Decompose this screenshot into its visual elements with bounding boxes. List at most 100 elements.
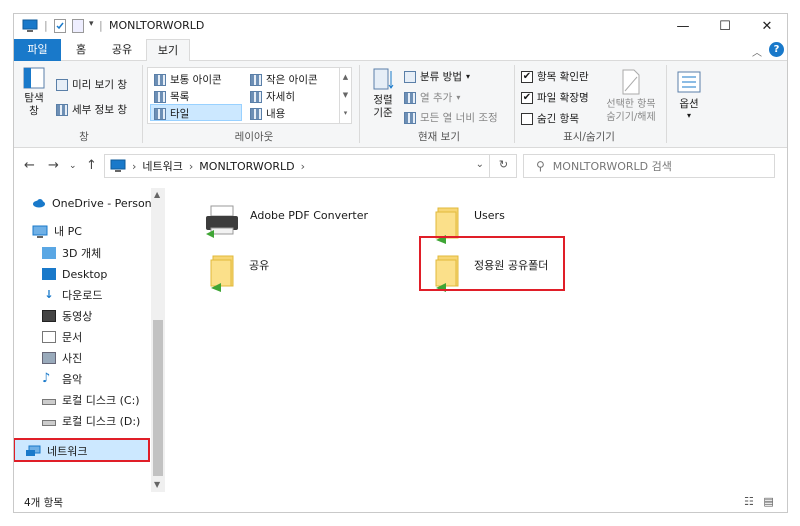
item-checkboxes-label: 항목 확인란 [537,71,589,83]
file-ext-checkbox[interactable]: ✔ [521,91,533,104]
up-arrow-icon[interactable]: ↑ [86,158,97,173]
breadcrumb-chevron-icon[interactable]: › [132,160,136,173]
video-icon [42,310,56,322]
nav-item-downloads[interactable]: ↓ 다운로드 [42,285,102,305]
fit-columns-label: 모든 열 너비 조정 [420,112,498,124]
nav-item-network[interactable]: 네트워크 [14,438,150,462]
search-placeholder[interactable]: MONLTORWORLD 검색 [553,158,672,174]
large-icons-view-icon[interactable]: ▤ [763,495,773,508]
details-pane-label: 세부 정보 창 [72,104,127,116]
desktop-icon [42,268,56,280]
file-ext-label: 파일 확장명 [537,92,589,104]
fit-columns-icon [404,111,416,124]
hide-selected-icon [622,69,640,95]
layout-tiles[interactable]: 타일 [154,106,189,121]
tile-label-adobe-pdf-converter: Adobe PDF Converter [250,209,369,222]
address-bar[interactable]: › 네트워크 › MONLTORWORLD › ⌄ [104,154,517,178]
nav-item-this-pc[interactable]: 내 PC [32,221,82,241]
layout-gallery: 보통 아이콘 작은 아이콘 목록 자세히 타일 내용 ▲ ▼ ▾ [147,67,352,124]
help-icon[interactable]: ? [769,42,784,57]
layout-scroll[interactable]: ▲ ▼ ▾ [339,68,351,123]
nav-item-drive-d[interactable]: 로컬 디스크 (D:) [42,411,140,431]
shared-folder-icon [210,255,234,292]
nav-scrollbar[interactable]: ▲ ▼ [151,188,165,492]
nav-item-music[interactable]: ♪ 음악 [42,369,82,389]
nav-item-desktop[interactable]: Desktop [42,264,107,284]
details-view-icon[interactable]: ☷ [744,495,754,508]
item-checkboxes-toggle[interactable]: ✔ 항목 확인란 [521,69,589,84]
tile-adobe-pdf-converter[interactable]: Adobe PDF Converter [204,204,368,238]
close-button[interactable]: ✕ [745,14,787,39]
breadcrumb-network[interactable]: 네트워크 [142,158,182,174]
nav-pane-button[interactable]: 탐색 창 [23,67,45,118]
quick-access-dropdown-icon[interactable]: ▾ [89,19,94,33]
collapse-ribbon-icon[interactable]: ︿ [752,44,762,59]
nav-item-pictures[interactable]: 사진 [42,348,82,368]
add-column-button[interactable]: 열 추가 ▾ [404,90,460,105]
address-dropdown-icon[interactable]: ⌄ [476,159,484,170]
scroll-down-icon[interactable]: ▼ [154,480,160,489]
tile-share[interactable]: 공유 [209,252,269,292]
search-box[interactable]: ⚲ MONLTORWORLD 검색 [523,154,775,178]
tab-view[interactable]: 보기 [146,39,190,62]
maximize-button[interactable]: ☐ [703,14,747,39]
nav-item-videos[interactable]: 동영상 [42,306,92,326]
add-column-label: 열 추가 [420,92,453,104]
3d-objects-icon [42,247,56,259]
file-explorer-window: | ▾ | MONLTORWORLD — ☐ ✕ 파일 홈 공유 보기 ︿ ? … [13,13,788,513]
back-arrow-icon[interactable]: ← [24,158,35,173]
options-icon [677,71,701,93]
network-pc-icon [110,159,126,172]
details-pane-button[interactable]: 세부 정보 창 [56,102,127,117]
tile-label-share: 공유 [249,259,270,272]
breadcrumb-chevron-icon-2[interactable]: › [189,160,193,173]
group-by-button[interactable]: 분류 방법 ▾ [404,69,470,84]
item-checkboxes-checkbox[interactable]: ✔ [521,70,533,83]
nav-item-drive-c[interactable]: 로컬 디스크 (C:) [42,390,140,410]
content-icon [250,107,262,120]
options-button[interactable]: 옵션 ▾ [674,71,704,120]
layout-details[interactable]: 자세히 [250,89,295,104]
nav-label-this-pc: 내 PC [54,225,82,238]
nav-item-documents[interactable]: 문서 [42,327,82,347]
tab-share[interactable]: 공유 [104,39,140,61]
document-icon [42,331,56,343]
tab-home[interactable]: 홈 [66,39,96,61]
nav-label-3d-objects: 3D 개체 [62,247,102,260]
hidden-items-label: 숨긴 항목 [537,113,579,125]
sort-by-button[interactable]: 정렬 기준 [366,67,400,120]
new-folder-icon[interactable] [72,19,84,33]
nav-item-3d-objects[interactable]: 3D 개체 [42,243,101,263]
layout-small-icons[interactable]: 작은 아이콘 [250,72,318,87]
layout-list[interactable]: 목록 [154,89,189,104]
hidden-items-checkbox[interactable] [521,112,533,125]
nav-scrollbar-thumb[interactable] [153,320,163,476]
forward-arrow-icon[interactable]: → [48,158,59,173]
layout-content-label: 내용 [266,108,286,120]
layout-content[interactable]: 내용 [250,106,285,121]
layout-group-label: 레이아웃 [234,131,274,143]
nav-item-onedrive[interactable]: OneDrive - Personal [32,193,161,213]
ribbon-separator-3 [514,65,515,143]
file-ext-toggle[interactable]: ✔ 파일 확장명 [521,90,589,105]
breadcrumb-monltorworld[interactable]: MONLTORWORLD [199,160,294,173]
layout-medium-icons-label: 보통 아이콘 [170,74,222,86]
hide-selected-button[interactable]: 선택한 항목 숨기기/해제 [602,69,660,124]
scroll-up-icon[interactable]: ▲ [154,190,160,199]
group-by-icon [404,70,416,83]
drive-c-icon [42,399,56,405]
breadcrumb-chevron-icon-3[interactable]: › [301,160,305,173]
hidden-items-toggle[interactable]: 숨긴 항목 [521,111,579,126]
recent-locations-icon[interactable]: ⌄ [69,161,77,171]
nav-label-network: 네트워크 [47,445,88,458]
layout-medium-icons[interactable]: 보통 아이콘 [154,72,222,87]
options-label: 옵션 [679,98,699,110]
minimize-button[interactable]: — [661,14,705,39]
fit-columns-button[interactable]: 모든 열 너비 조정 [404,110,498,125]
properties-icon[interactable] [54,19,66,33]
nav-label-drive-c: 로컬 디스크 (C:) [62,394,140,407]
refresh-icon[interactable]: ↻ [489,154,517,178]
group-by-dropdown-icon: ▾ [465,72,470,81]
preview-pane-button[interactable]: 미리 보기 창 [56,77,127,92]
tab-file[interactable]: 파일 [14,39,61,61]
